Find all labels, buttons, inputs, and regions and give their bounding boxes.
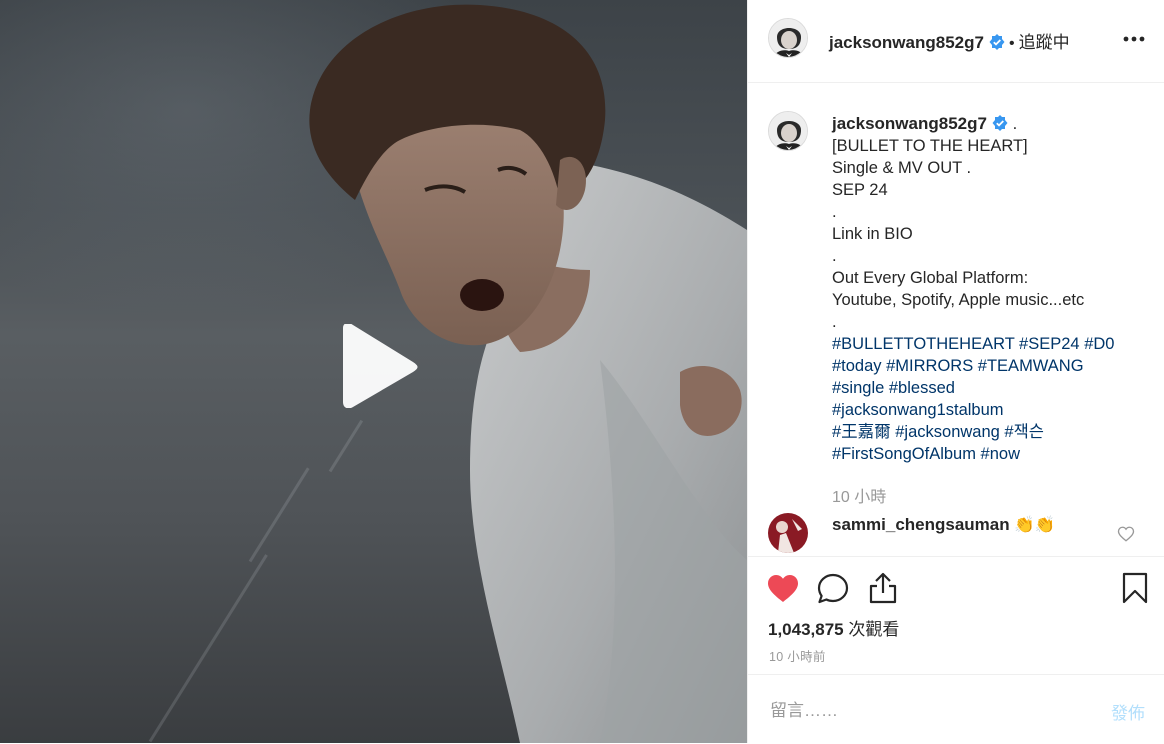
post-header: jacksonwang852g7 • 追蹤中 bbox=[748, 0, 1164, 83]
comment-text: 👏👏 bbox=[1014, 516, 1056, 534]
separator-dot: • bbox=[1008, 35, 1015, 52]
heart-outline-icon[interactable] bbox=[1117, 525, 1135, 543]
caption-line: . bbox=[832, 313, 837, 331]
comment-icon[interactable] bbox=[816, 571, 850, 605]
share-icon[interactable] bbox=[866, 571, 900, 605]
post-caption: jacksonwang852g7 . [BULLET TO THE HEART]… bbox=[832, 113, 1152, 465]
hashtag-line[interactable]: #王嘉爾 #jacksonwang #잭슨 bbox=[832, 421, 1152, 443]
following-button[interactable]: 追蹤中 bbox=[1019, 33, 1070, 52]
view-count[interactable]: 1,043,875 次觀看 bbox=[768, 615, 899, 640]
commenter-username[interactable]: sammi_chengsauman bbox=[832, 515, 1010, 534]
post-timestamp[interactable]: 10 小時前 bbox=[769, 646, 826, 665]
header-user-line: jacksonwang852g7 • 追蹤中 bbox=[829, 28, 1070, 53]
caption-line: Single & MV OUT . bbox=[832, 159, 972, 177]
caption-line: Youtube, Spotify, Apple music...etc bbox=[832, 291, 1085, 309]
avatar-image bbox=[768, 513, 808, 553]
view-count-number: 1,043,875 bbox=[768, 620, 844, 639]
play-button[interactable] bbox=[335, 324, 419, 408]
more-options-button[interactable] bbox=[1121, 26, 1147, 52]
caption-line: SEP 24 bbox=[832, 181, 888, 199]
hashtag-line[interactable]: #BULLETTOTHEHEART #SEP24 #D0 bbox=[832, 333, 1152, 355]
caption-line: Out Every Global Platform: bbox=[832, 269, 1029, 287]
post-comment-button[interactable]: 發佈 bbox=[1111, 699, 1145, 724]
caption-line: [BULLET TO THE HEART] bbox=[832, 137, 1028, 155]
view-count-label: 次觀看 bbox=[848, 620, 900, 639]
caption-line: . bbox=[832, 203, 837, 221]
caption-line: Link in BIO bbox=[832, 225, 913, 243]
hashtag-line[interactable]: #FirstSongOfAlbum #now bbox=[832, 443, 1152, 465]
post-actions: 1,043,875 次觀看 10 小時前 bbox=[748, 556, 1164, 675]
verified-badge-icon bbox=[989, 34, 1005, 50]
hashtag-line[interactable]: #jacksonwang1stalbum bbox=[832, 399, 1152, 421]
hashtag-line[interactable]: #single #blessed bbox=[832, 377, 1152, 399]
commenter-avatar[interactable] bbox=[768, 513, 808, 553]
caption-username[interactable]: jacksonwang852g7 bbox=[832, 114, 987, 133]
caption-timestamp[interactable]: 10 小時 bbox=[832, 483, 886, 507]
avatar-image bbox=[769, 112, 807, 150]
instagram-post-modal: jacksonwang852g7 • 追蹤中 jacksonwang852g7 … bbox=[0, 0, 1164, 743]
comment-body: sammi_chengsauman 👏👏 bbox=[832, 515, 1055, 535]
caption-line: . bbox=[832, 247, 837, 265]
comment-input[interactable] bbox=[768, 697, 1092, 725]
post-details-panel: jacksonwang852g7 • 追蹤中 jacksonwang852g7 … bbox=[747, 0, 1164, 743]
avatar-image bbox=[769, 19, 807, 57]
comments-section[interactable]: jacksonwang852g7 . [BULLET TO THE HEART]… bbox=[748, 83, 1164, 555]
video-player[interactable] bbox=[0, 0, 747, 743]
verified-badge-icon bbox=[992, 115, 1008, 131]
play-icon bbox=[343, 324, 418, 408]
caption-author-avatar[interactable] bbox=[768, 111, 808, 151]
comment-item: sammi_chengsauman 👏👏 bbox=[748, 511, 1164, 555]
author-username[interactable]: jacksonwang852g7 bbox=[829, 33, 984, 52]
caption-suffix: . bbox=[1012, 115, 1018, 133]
hashtag-line[interactable]: #today #MIRRORS #TEAMWANG bbox=[832, 355, 1152, 377]
add-comment-form: 發佈 bbox=[748, 674, 1164, 744]
heart-filled-icon[interactable] bbox=[766, 571, 800, 605]
author-avatar[interactable] bbox=[768, 18, 808, 58]
bookmark-icon[interactable] bbox=[1118, 571, 1152, 605]
caption-header-line: jacksonwang852g7 . bbox=[832, 113, 1152, 135]
more-options-icon bbox=[1123, 36, 1145, 42]
